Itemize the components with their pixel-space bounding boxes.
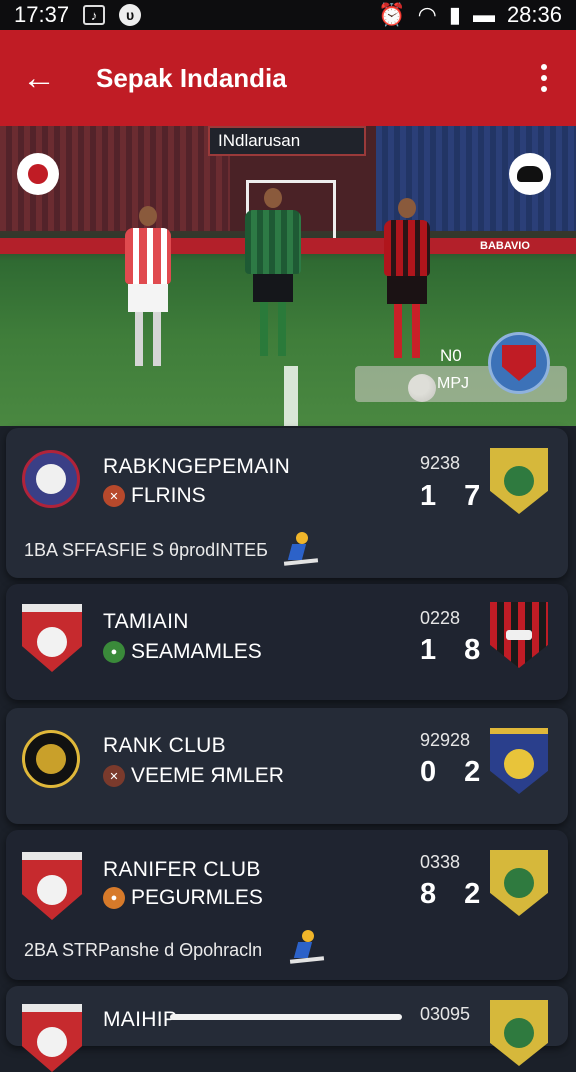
hero-match-image: BABAVIO INdlarusan N0 MPJ <box>0 126 576 426</box>
match-list: RABKNGEPEMAIN ✕ FLRINS 9238 1 7 1BA SFFA… <box>0 426 576 1072</box>
page-title: Sepak Indandia <box>96 62 287 93</box>
app-notification-icon: υ <box>119 4 142 26</box>
home-indicator[interactable] <box>170 1014 402 1020</box>
app-bar: ← Sepak Indandia <box>0 30 576 126</box>
team-crest-icon <box>22 450 80 508</box>
team-away-name: PEGURMLES <box>131 886 263 909</box>
more-vert-icon[interactable] <box>534 64 554 92</box>
back-arrow-icon[interactable]: ← <box>22 59 72 98</box>
overlay-line-1: N0 <box>440 346 462 365</box>
wifi-icon: ◠ <box>417 2 437 27</box>
team-crest-icon <box>22 604 82 672</box>
match-card[interactable]: RANIFER CLUB ● PEGURMLES 0338 8 2 2BA ST… <box>6 830 568 980</box>
team-away-row: ● SEAMAMLES <box>103 640 262 664</box>
stadium-scoreboard: INdlarusan <box>208 126 366 156</box>
team-away-row: ✕ VEEME ЯMLER <box>103 764 284 788</box>
team-mini-icon: ✕ <box>103 765 125 787</box>
match-time: 0338 <box>420 852 461 872</box>
match-time: 92928 <box>420 730 471 750</box>
team-home-name: RABKNGEPEMAIN <box>103 455 291 478</box>
team-mini-icon: ● <box>103 887 125 909</box>
away-team-badge-icon[interactable] <box>509 153 551 195</box>
match-time: 0228 <box>420 608 461 628</box>
match-score: 1 8 <box>420 634 491 666</box>
match-footer-text: 2BA STRPanshe d Θpohracln <box>24 940 263 960</box>
team-mini-icon: ✕ <box>103 485 125 507</box>
team-crest-icon <box>490 1000 548 1066</box>
team-home-name: MAIHIP <box>103 1008 178 1031</box>
team-crest-icon <box>22 1004 82 1072</box>
match-time: 9238 <box>420 453 461 473</box>
signal-icon: ▮ <box>448 2 461 27</box>
alarm-icon: ⏰ <box>378 2 406 27</box>
overlay-crest-icon <box>488 332 550 394</box>
match-time: 03095 <box>420 1004 471 1024</box>
match-card[interactable]: TAMIAIN ● SEAMAMLES 0228 1 8 <box>6 584 568 700</box>
team-crest-icon <box>490 448 548 514</box>
team-away-name: FLRINS <box>131 484 206 507</box>
team-away-name: VEEME ЯMLER <box>131 764 284 787</box>
team-away-row: ✕ FLRINS <box>103 484 206 508</box>
match-score: 0 2 <box>420 756 491 788</box>
team-away-name: SEAMAMLES <box>131 640 262 663</box>
status-time: 17:37 <box>14 2 70 27</box>
overlay-line-2: MPJ <box>437 375 469 392</box>
team-crest-icon <box>490 602 548 668</box>
team-away-row: ● PEGURMLES <box>103 886 263 910</box>
team-crest-icon <box>22 852 82 920</box>
pitch-line <box>284 366 298 426</box>
runner-icon <box>283 530 319 568</box>
team-home-name: RANK CLUB <box>103 734 226 757</box>
player-red-black <box>384 198 430 358</box>
match-card[interactable]: RANK CLUB ✕ VEEME ЯMLER 92928 0 2 <box>6 708 568 824</box>
home-team-badge-icon[interactable] <box>17 153 59 195</box>
player-red-white <box>125 206 171 366</box>
team-mini-icon: ● <box>103 641 125 663</box>
match-footer-text: 1BA SFFASFIE S θprodINTEБ <box>24 540 268 560</box>
team-home-name: RANIFER CLUB <box>103 858 261 881</box>
team-crest-icon <box>490 850 548 916</box>
battery-icon: ▬ <box>472 2 495 27</box>
status-bar: 17:37 ♪ υ ⏰ ◠ ▮ ▬ 28:36 <box>0 0 576 30</box>
match-score: 1 7 <box>420 480 491 512</box>
match-card[interactable]: RABKNGEPEMAIN ✕ FLRINS 9238 1 7 1BA SFFA… <box>6 428 568 578</box>
team-crest-icon <box>22 730 80 788</box>
notification-icon: ♪ <box>83 5 106 25</box>
runner-icon <box>289 928 325 966</box>
match-score: 8 2 <box>420 878 491 910</box>
team-home-name: TAMIAIN <box>103 610 189 633</box>
status-clock: 28:36 <box>506 2 562 27</box>
player-green <box>245 188 301 356</box>
team-crest-icon <box>490 728 548 794</box>
